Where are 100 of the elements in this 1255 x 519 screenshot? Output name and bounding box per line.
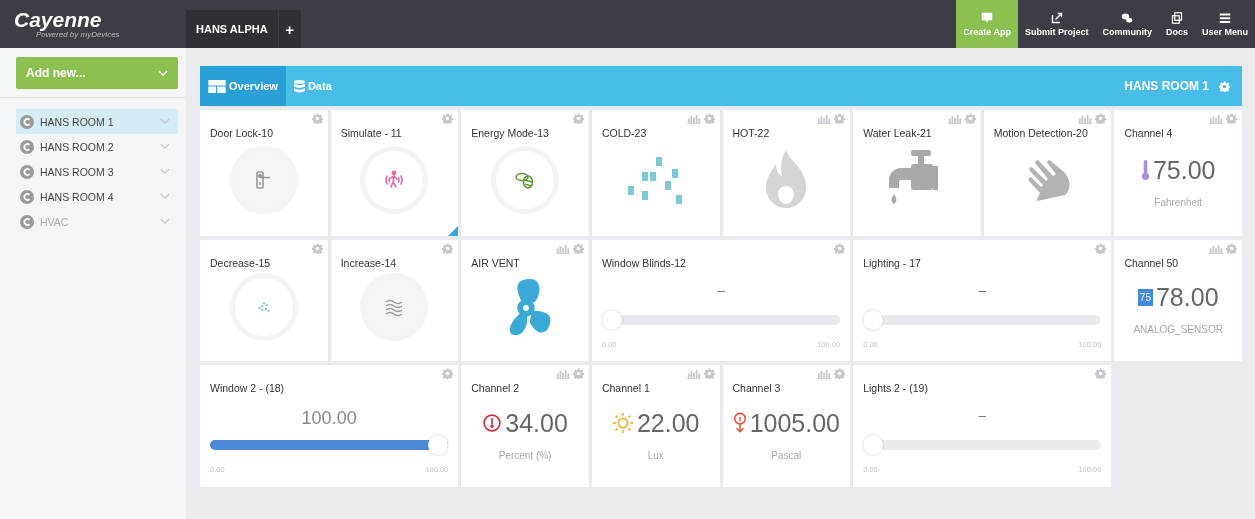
project-tab[interactable]: HANS ALPHA [186,10,278,48]
share-icon [1050,11,1063,24]
settings-icon[interactable] [703,113,715,124]
nav-button[interactable]: Submit Project [1017,0,1096,48]
card-title: HOT-22 [732,127,771,139]
card-title: Channel 4 [1124,127,1174,139]
unit-label: Percent (%) [498,449,552,461]
card-title: Lights 2 - (19) [863,382,929,394]
settings-icon[interactable] [1226,113,1237,124]
device-logo-icon [20,139,34,154]
card-title: Simulate - 11 [340,127,403,139]
unit-label: Pascal [771,449,802,461]
settings-icon[interactable] [572,368,584,379]
slider[interactable] [863,310,1102,330]
chart-icon[interactable] [1209,113,1223,124]
documents-icon [1170,11,1183,24]
device-logo-icon [20,114,34,129]
chart-icon[interactable] [555,243,570,254]
chart-icon[interactable] [686,368,701,379]
card-title: Channel 1 [601,382,651,394]
settings-icon[interactable] [834,243,846,254]
settings-icon[interactable] [311,243,323,254]
slider-thumb[interactable] [428,435,449,455]
sun-icon [611,412,634,434]
gauge-icon [482,413,503,433]
chat-bubbles-icon [1121,11,1134,24]
card-title: Lighting - 17 [863,257,922,269]
card-title: Window Blinds-12 [601,257,687,269]
settings-icon[interactable] [1219,80,1230,92]
settings-icon[interactable] [442,113,454,124]
nav-button[interactable]: Docs [1158,0,1195,48]
chevron-down-icon[interactable] [160,168,170,175]
add-tab-button[interactable]: + [278,10,301,48]
settings-icon[interactable] [442,243,454,254]
nav-button[interactable]: User Menu [1195,0,1255,48]
sensor-value: 34.00 [505,408,568,438]
slider-thumb[interactable] [863,310,884,330]
card-title: Door Lock-10 [210,127,275,139]
slider[interactable] [601,310,841,330]
settings-icon[interactable] [964,113,976,124]
settings-icon[interactable] [572,243,584,254]
card-title: Channel 50 [1124,257,1180,269]
device-item[interactable]: HANS ROOM 4 [16,184,178,209]
unit-label: Lux [647,449,664,461]
settings-icon[interactable] [1095,113,1107,124]
chart-icon[interactable] [817,113,832,124]
device-logo-icon [20,189,34,204]
slider-thumb[interactable] [863,435,884,455]
unit-label: Fahrenheit [1154,196,1203,208]
card-title: Window 2 - (18) [210,382,286,394]
slider-thumb[interactable] [601,310,622,330]
chart-icon[interactable] [1209,243,1223,254]
logo[interactable]: Cayenne [14,9,186,30]
chevron-down-icon[interactable] [160,143,170,150]
logo-tagline: Powered by myDevices [36,30,121,39]
card-title: Water Leak-21 [863,127,933,139]
settings-icon[interactable] [311,113,323,124]
slider-value: 100.00 [300,408,358,430]
pressure-pin-icon [732,412,747,434]
settings-icon[interactable] [572,113,584,124]
room-title: HANS ROOM 1 [1124,79,1209,93]
settings-icon[interactable] [1226,243,1237,254]
thermometer-icon [1140,159,1150,181]
card-title: Channel 2 [471,382,521,394]
settings-icon[interactable] [834,368,846,379]
chart-icon[interactable] [947,113,962,124]
card-title: COLD-23 [601,127,648,139]
chevron-down-icon[interactable] [160,118,170,125]
menu-icon [1219,11,1231,24]
sensor-value: 1005.00 [749,408,840,438]
chart-icon[interactable] [1078,113,1093,124]
sensor-value: 22.00 [636,408,700,438]
settings-icon[interactable] [1095,368,1107,379]
sensor-value: 75.00 [1152,155,1216,185]
device-item[interactable]: HANS ROOM 3 [16,159,178,184]
value-badge: 75 [1137,289,1153,306]
card-title: Increase-14 [340,257,398,269]
database-icon [293,79,305,93]
chart-icon[interactable] [817,368,832,379]
chevron-down-icon[interactable] [160,193,170,200]
card-title: AIR VENT [471,257,521,269]
slider[interactable] [210,435,449,455]
chart-icon[interactable] [555,368,570,379]
unit-label: ANALOG_SENSOR [1133,324,1223,335]
card-title: Motion Detection-20 [993,127,1089,139]
slider-value: – [977,283,987,300]
nav-button[interactable]: Community [1095,0,1159,48]
device-item[interactable]: HANS ROOM 1 [16,109,178,134]
device-item[interactable]: HANS ROOM 2 [16,134,178,159]
dashboard-icon [208,79,226,93]
card-title: Decrease-15 [210,257,272,269]
slider-value: – [716,283,726,300]
settings-icon[interactable] [1095,243,1107,254]
slider-value: – [977,408,987,425]
slider[interactable] [863,435,1102,455]
settings-icon[interactable] [703,368,715,379]
card-title: Energy Mode-13 [471,127,550,139]
chart-icon[interactable] [686,113,701,124]
settings-icon[interactable] [442,368,454,379]
settings-icon[interactable] [834,113,846,124]
